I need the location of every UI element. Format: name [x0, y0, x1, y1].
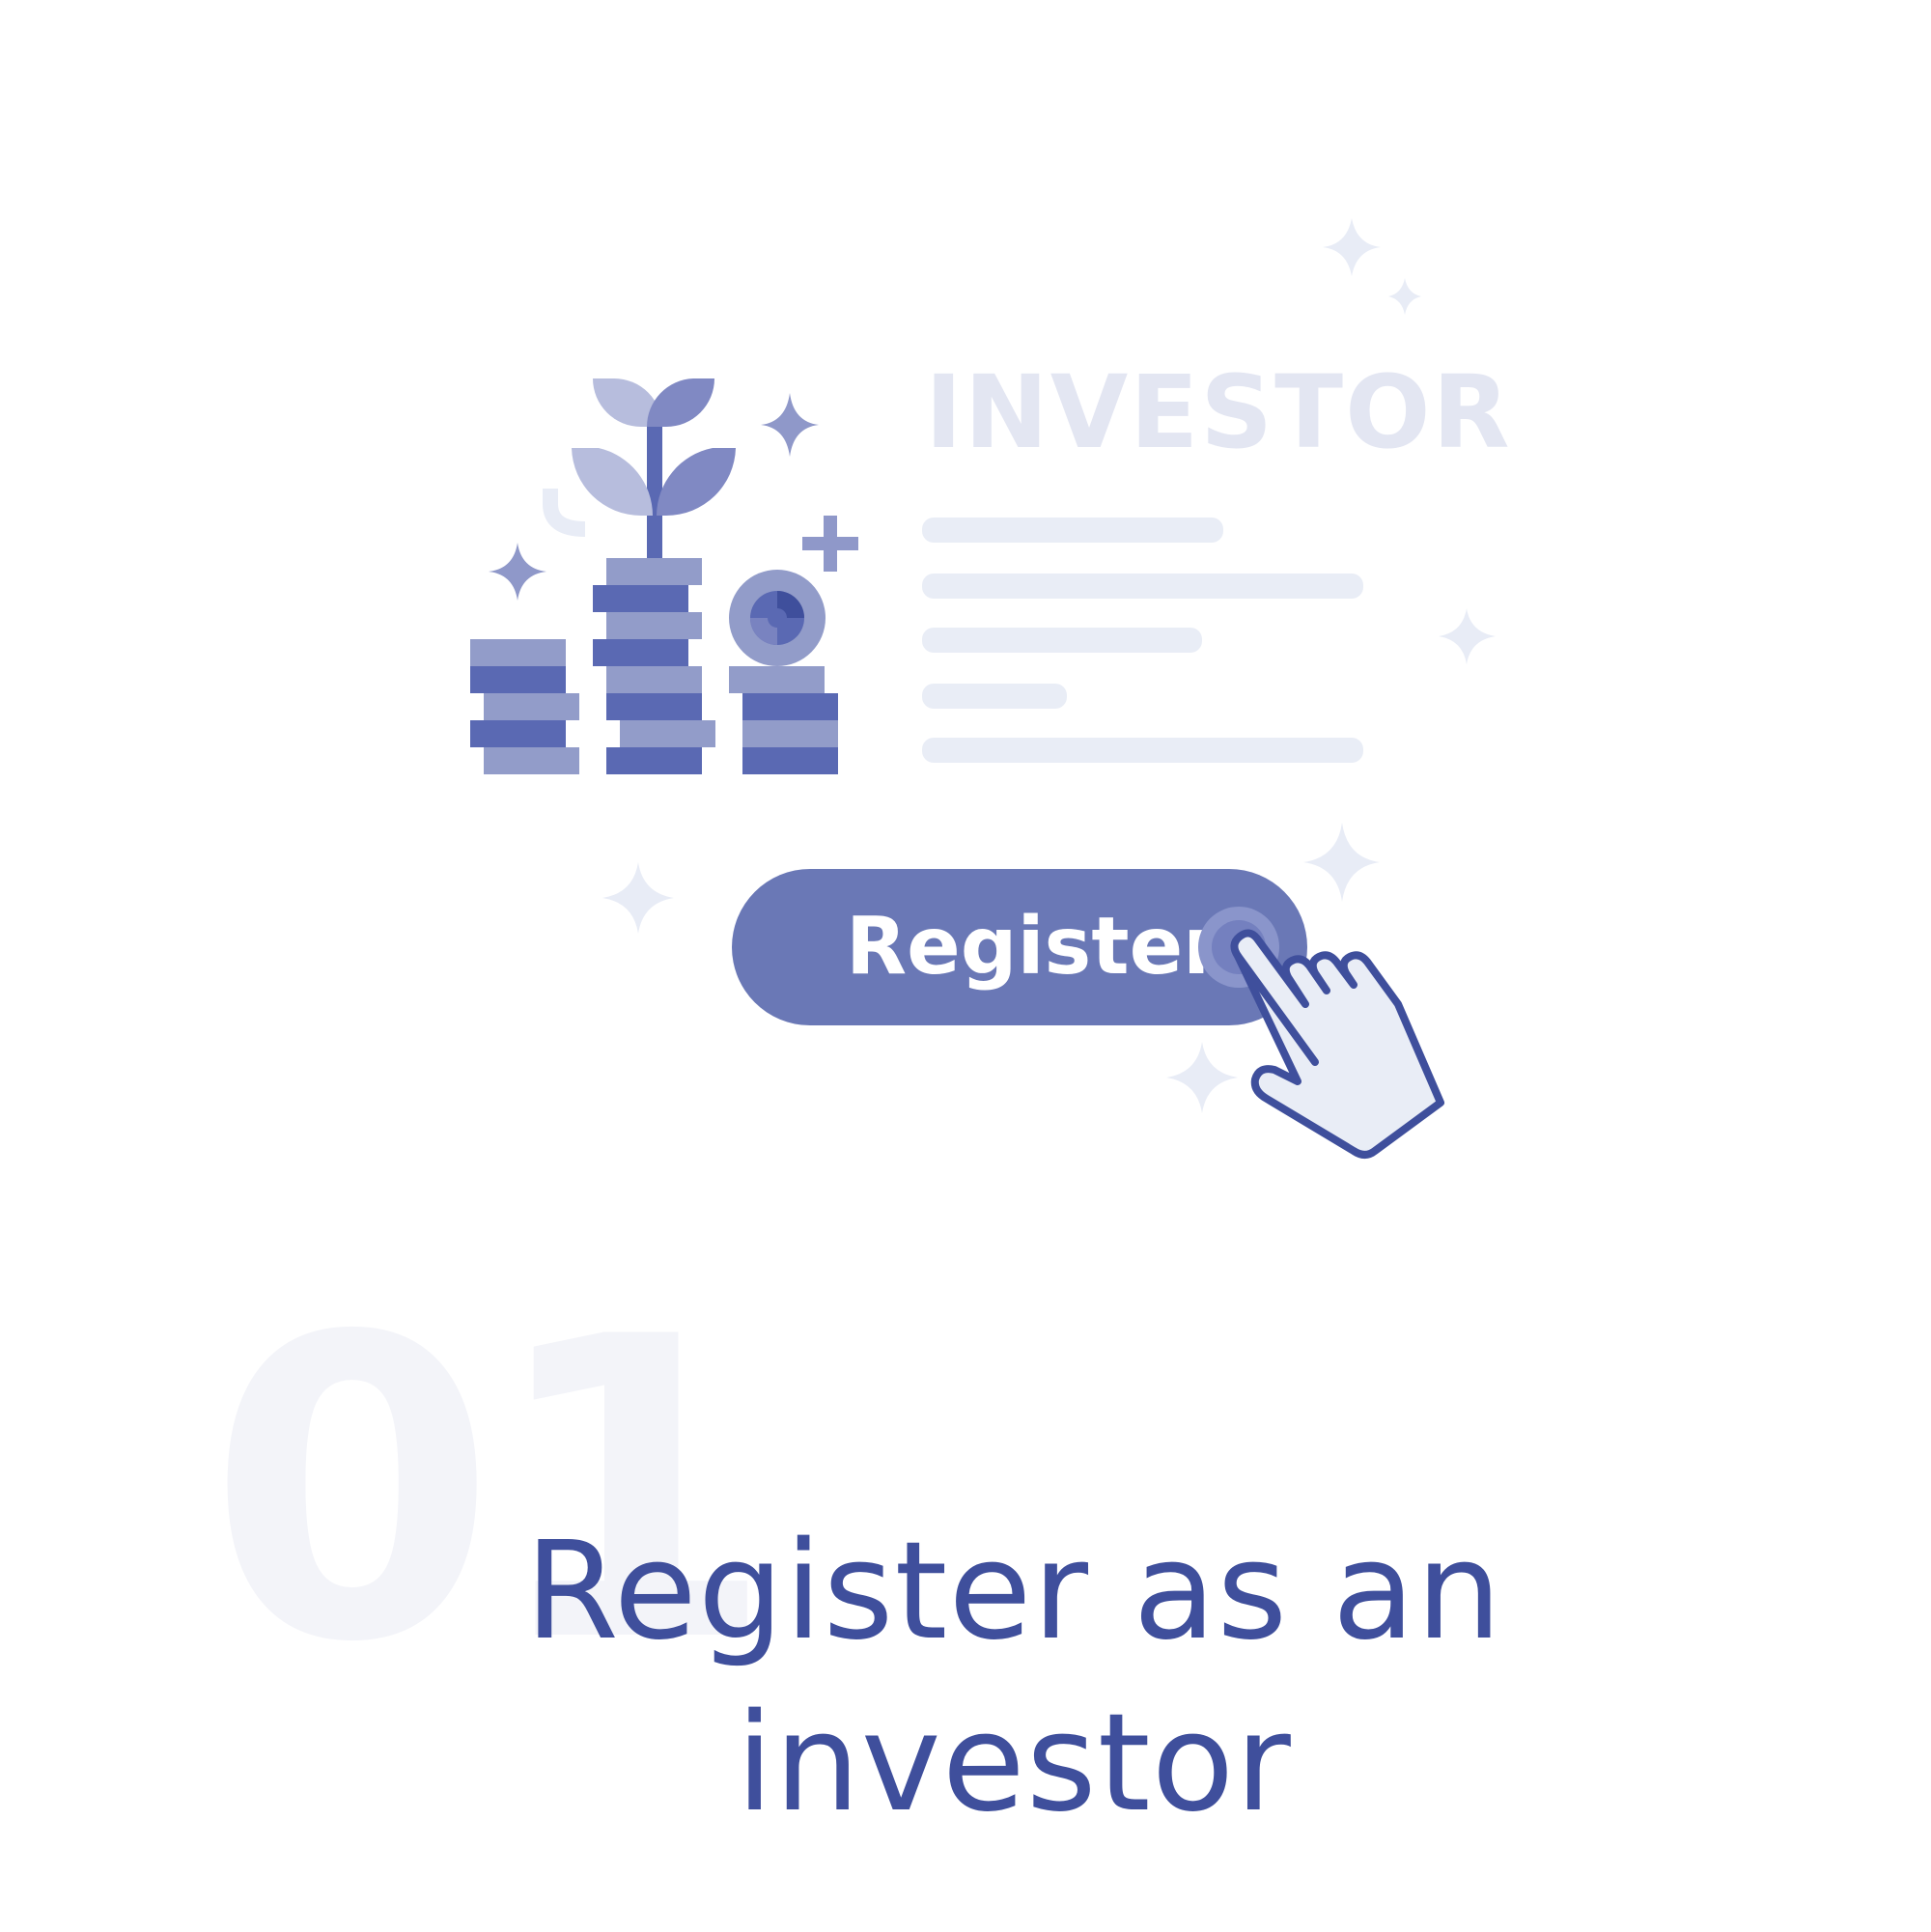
sparkle-icon	[1166, 1042, 1238, 1113]
sparkle-icon	[761, 393, 819, 457]
sparkle-icon	[602, 862, 674, 934]
arc-decoration	[543, 489, 586, 537]
illustration-canvas: 01 INVESTOR Register Register as an inve…	[0, 0, 1931, 1932]
sparkle-icon	[1303, 823, 1380, 902]
plus-icon	[802, 516, 858, 572]
sparkle-icon	[1439, 608, 1496, 664]
coin-icon	[729, 570, 826, 666]
investor-title: INVESTOR	[925, 353, 1512, 471]
plant-sprout-icon	[572, 378, 736, 558]
sparkle-icon	[1323, 218, 1381, 276]
sparkle-icon	[1388, 278, 1421, 315]
sparkle-icon	[489, 543, 546, 601]
step-title: Register as an investor	[524, 1513, 1503, 1842]
form-lines	[922, 518, 1363, 763]
register-button[interactable]: Register	[732, 869, 1307, 1025]
